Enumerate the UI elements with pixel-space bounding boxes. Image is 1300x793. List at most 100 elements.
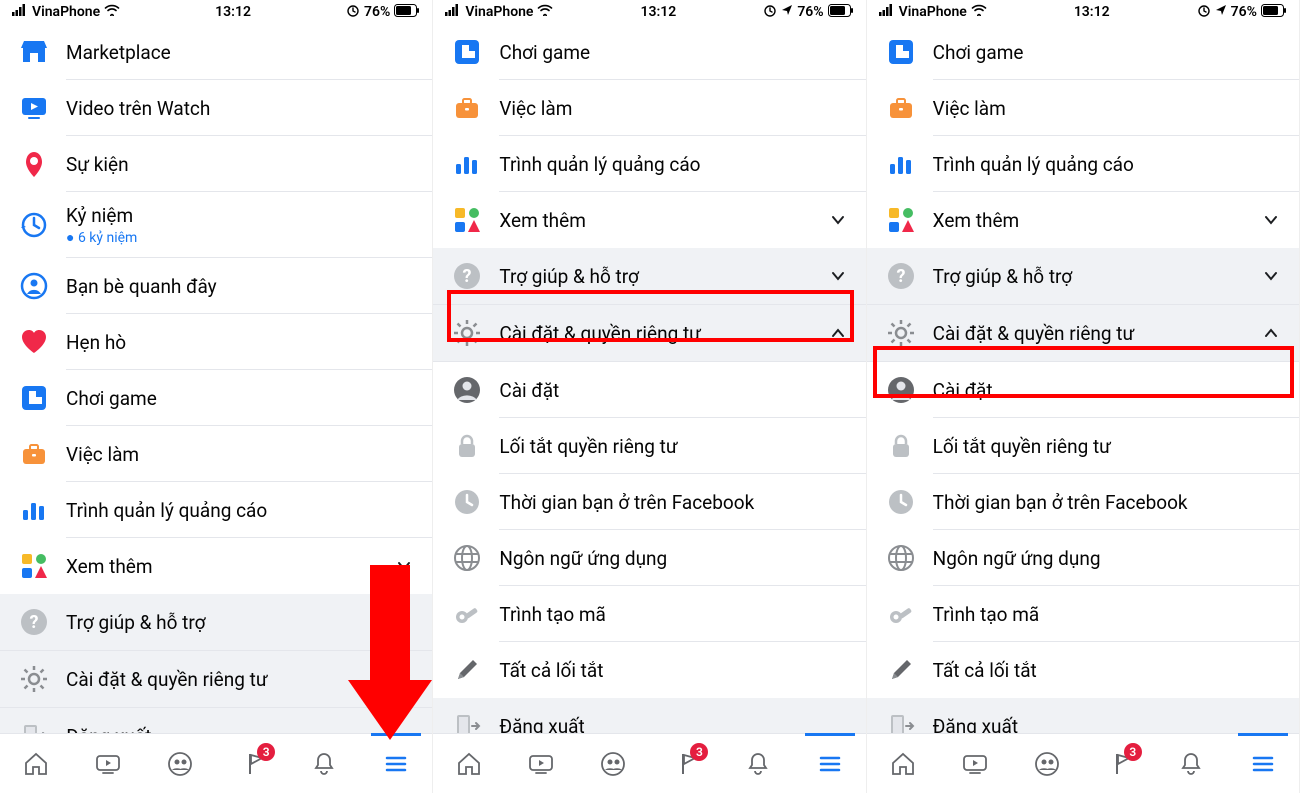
menu-item-seemore[interactable]: Xem thêm [867, 192, 1299, 248]
sub-label: Ngôn ngữ ứng dụng [499, 547, 847, 570]
menu-label: Xem thêm [933, 209, 1245, 232]
nav-groups-icon[interactable] [1032, 749, 1062, 779]
menu-item-memories[interactable]: Kỷ niệm ● 6 kỷ niệm [0, 192, 432, 258]
jobs-icon [885, 92, 917, 124]
menu-item-marketplace[interactable]: Marketplace [0, 24, 432, 80]
lock-icon [885, 430, 917, 462]
seemore-icon [451, 204, 483, 236]
subitem-privacy-shortcuts[interactable]: Lối tắt quyền riêng tư [433, 418, 865, 474]
menu-item-gaming[interactable]: Chơi game [0, 370, 432, 426]
subitem-time[interactable]: Thời gian bạn ở trên Facebook [433, 474, 865, 530]
nav-menu-icon[interactable] [381, 749, 411, 779]
signal-icon [879, 4, 895, 20]
chevron-up-icon [1261, 323, 1281, 343]
battery-icon [394, 4, 420, 21]
gaming-icon [885, 36, 917, 68]
logout-icon [885, 710, 917, 733]
subitem-privacy-shortcuts[interactable]: Lối tắt quyền riêng tư [867, 418, 1299, 474]
person-circle-icon [885, 374, 917, 406]
location-icon [781, 4, 793, 20]
wifi-icon [971, 4, 987, 20]
nav-pages-icon[interactable]: 3 [237, 749, 267, 779]
nav-bell-icon[interactable] [309, 749, 339, 779]
gear-icon [885, 317, 917, 349]
subitem-language[interactable]: Ngôn ngữ ứng dụng [867, 530, 1299, 586]
bottom-nav: 3 [433, 733, 865, 793]
ads-icon [18, 494, 50, 526]
nav-bell-icon[interactable] [743, 749, 773, 779]
nav-watch-icon[interactable] [526, 749, 556, 779]
logout-icon [451, 710, 483, 733]
subitem-cai-dat[interactable]: Cài đặt [433, 362, 865, 418]
section-help[interactable]: ? Trợ giúp & hỗ trợ [867, 248, 1299, 305]
logout-icon [18, 720, 50, 733]
phone-screen-2: VinaPhone 13:12 76% Chơi game Việc làm T… [433, 0, 866, 793]
nav-menu-icon[interactable] [1248, 749, 1278, 779]
seemore-icon [885, 204, 917, 236]
menu-item-gaming[interactable]: Chơi game [867, 24, 1299, 80]
menu-label: Việc làm [66, 443, 414, 466]
section-settings[interactable]: Cài đặt & quyền riêng tư [0, 651, 432, 708]
section-label: Trợ giúp & hỗ trợ [933, 265, 1245, 288]
nav-watch-icon[interactable] [93, 749, 123, 779]
pencil-icon [885, 654, 917, 686]
nav-home-icon[interactable] [888, 749, 918, 779]
globe-icon [885, 542, 917, 574]
subitem-code[interactable]: Trình tạo mã [433, 586, 865, 642]
gaming-icon [18, 382, 50, 414]
section-settings[interactable]: Cài đặt & quyền riêng tư [867, 305, 1299, 362]
bottom-nav: 3 [0, 733, 432, 793]
phone-screen-1: VinaPhone 13:12 76% Marketplace Video tr… [0, 0, 433, 793]
sub-label: Cài đặt [499, 379, 847, 402]
menu-item-jobs[interactable]: Việc làm [433, 80, 865, 136]
menu-item-ads[interactable]: Trình quản lý quảng cáo [867, 136, 1299, 192]
carrier-label: VinaPhone [32, 4, 100, 20]
nav-bell-icon[interactable] [1176, 749, 1206, 779]
menu-item-gaming[interactable]: Chơi game [433, 24, 865, 80]
nav-menu-icon[interactable] [815, 749, 845, 779]
menu-item-jobs[interactable]: Việc làm [0, 426, 432, 482]
sub-label: Thời gian bạn ở trên Facebook [499, 491, 847, 514]
menu-item-dating[interactable]: Hẹn hò [0, 314, 432, 370]
nav-pages-icon[interactable]: 3 [1104, 749, 1134, 779]
clock-icon [885, 486, 917, 518]
section-logout[interactable]: Đăng xuất [433, 698, 865, 733]
nav-home-icon[interactable] [21, 749, 51, 779]
menu-label: Trình quản lý quảng cáo [933, 153, 1281, 176]
sub-label: Tất cả lối tắt [933, 659, 1281, 682]
menu-label: Bạn bè quanh đây [66, 275, 414, 298]
chevron-down-icon [394, 556, 414, 576]
subitem-shortcuts[interactable]: Tất cả lối tắt [433, 642, 865, 698]
section-logout[interactable]: Đăng xuất [867, 698, 1299, 733]
menu-item-watch[interactable]: Video trên Watch [0, 80, 432, 136]
nav-watch-icon[interactable] [960, 749, 990, 779]
menu-item-seemore[interactable]: Xem thêm [433, 192, 865, 248]
menu-item-nearby[interactable]: Bạn bè quanh đây [0, 258, 432, 314]
help-icon: ? [885, 260, 917, 292]
nav-groups-icon[interactable] [165, 749, 195, 779]
sub-label: Trình tạo mã [499, 603, 847, 626]
subitem-cai-dat[interactable]: Cài đặt [867, 362, 1299, 418]
section-label: Đăng xuất [66, 725, 414, 734]
menu-item-ads[interactable]: Trình quản lý quảng cáo [0, 482, 432, 538]
menu-label: Sự kiện [66, 153, 414, 176]
menu-item-events[interactable]: Sự kiện [0, 136, 432, 192]
subitem-shortcuts[interactable]: Tất cả lối tắt [867, 642, 1299, 698]
section-help[interactable]: ? Trợ giúp & hỗ trợ [0, 594, 432, 651]
subitem-time[interactable]: Thời gian bạn ở trên Facebook [867, 474, 1299, 530]
section-settings[interactable]: Cài đặt & quyền riêng tư [433, 305, 865, 362]
menu-item-ads[interactable]: Trình quản lý quảng cáo [433, 136, 865, 192]
section-help[interactable]: ? Trợ giúp & hỗ trợ [433, 248, 865, 305]
watch-icon [18, 92, 50, 124]
nav-pages-icon[interactable]: 3 [670, 749, 700, 779]
subitem-language[interactable]: Ngôn ngữ ứng dụng [433, 530, 865, 586]
seemore-icon [18, 550, 50, 582]
nav-home-icon[interactable] [454, 749, 484, 779]
chevron-up-icon [828, 323, 848, 343]
menu-item-jobs[interactable]: Việc làm [867, 80, 1299, 136]
subitem-code[interactable]: Trình tạo mã [867, 586, 1299, 642]
section-logout[interactable]: Đăng xuất [0, 708, 432, 733]
menu-item-seemore[interactable]: Xem thêm [0, 538, 432, 594]
nav-groups-icon[interactable] [598, 749, 628, 779]
chevron-down-icon [828, 266, 848, 286]
